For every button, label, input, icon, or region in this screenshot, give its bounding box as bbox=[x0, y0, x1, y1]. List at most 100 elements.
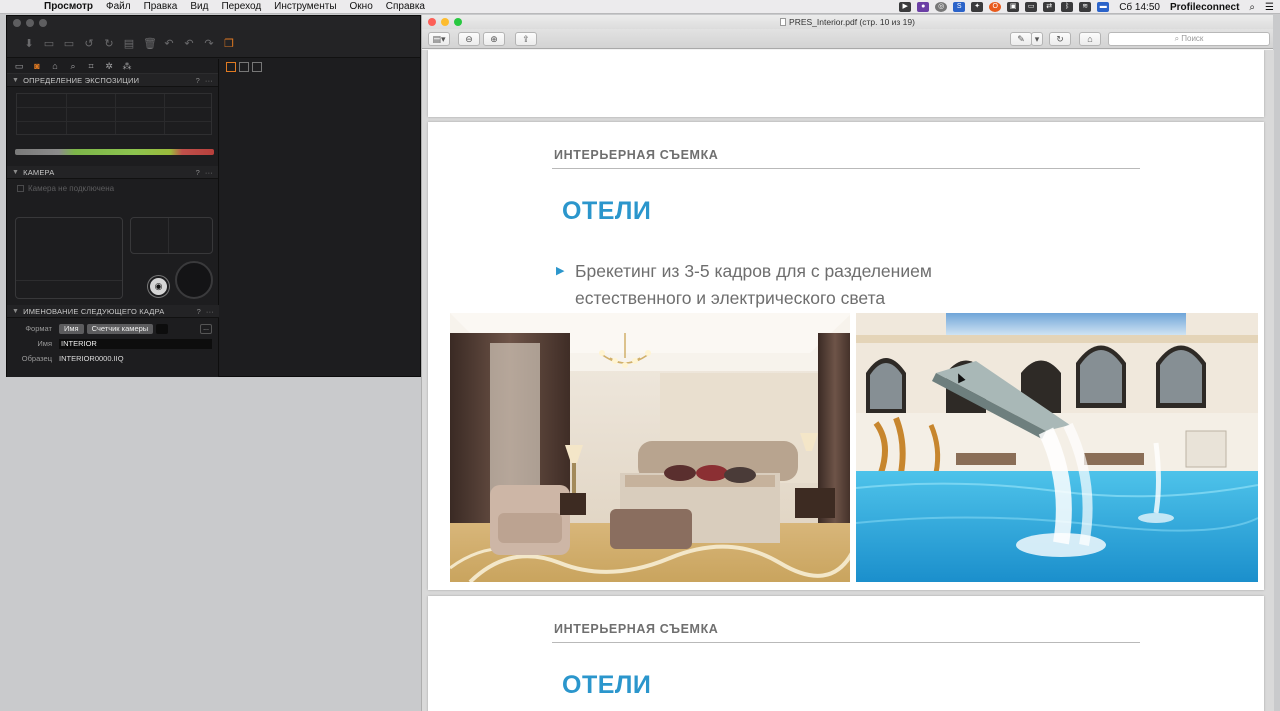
toolbox-button[interactable]: ⌂ bbox=[1079, 32, 1101, 46]
crop-tab-icon[interactable]: ⌗ bbox=[85, 61, 97, 72]
blue-app-tray-icon[interactable]: S bbox=[953, 2, 966, 12]
close-window-icon[interactable] bbox=[13, 19, 21, 27]
pdf-page-current: ИНТЕРЬЕРНАЯ СЪЕМКА ОТЕЛИ ▶ Брекетинг из … bbox=[428, 122, 1264, 590]
status-tray: ▶ ● ◎ S ✦ O ▣ ▭ ⇄ ᛒ ≋ ▬ Сб 14:50 Profile… bbox=[893, 0, 1274, 14]
display-tray-icon[interactable]: ▭ bbox=[1025, 2, 1038, 12]
exposure-meter bbox=[15, 149, 214, 155]
copy-icon[interactable]: ▤ bbox=[123, 38, 135, 50]
pdf-viewport[interactable]: ИНТЕРЬЕРНАЯ СЪЕМКА ОТЕЛИ ▶ Брекетинг из … bbox=[422, 50, 1274, 711]
chevron-down-icon: ▼ bbox=[12, 307, 20, 315]
more-icon[interactable]: ··· bbox=[205, 76, 213, 85]
format-row: Формат Имя Счетчик камеры ... bbox=[7, 321, 219, 336]
language-flag-icon[interactable]: ▬ bbox=[1097, 2, 1110, 12]
purple-app-tray-icon[interactable]: ● bbox=[917, 2, 930, 12]
naming-section-header[interactable]: ▼ ИМЕНОВАНИЕ СЛЕДУЮЩЕГО КАДРА ? ··· bbox=[7, 305, 219, 318]
menu-help[interactable]: Справка bbox=[386, 1, 425, 12]
minimize-window-icon[interactable] bbox=[26, 19, 34, 27]
menu-file[interactable]: Файл bbox=[106, 1, 131, 12]
zoom-out-button[interactable]: ⊖ bbox=[458, 32, 480, 46]
lens-tab-icon[interactable]: ⌂ bbox=[49, 61, 61, 72]
sample-row: Образец INTERIOR0000.IIQ bbox=[7, 351, 219, 366]
wifi-tray-icon[interactable]: ≋ bbox=[1079, 2, 1092, 12]
page-heading: ОТЕЛИ bbox=[562, 671, 652, 699]
variants-icon[interactable]: ❐ bbox=[223, 38, 235, 50]
gear-tray-icon[interactable]: ✦ bbox=[971, 2, 984, 12]
redo-icon[interactable]: ↷ bbox=[203, 38, 215, 50]
more-icon[interactable]: ··· bbox=[205, 168, 213, 177]
share-button[interactable]: ⇪ bbox=[515, 32, 537, 46]
exposure-section-header[interactable]: ▼ ОПРЕДЕЛЕНИЕ ЭКСПОЗИЦИИ ? ··· bbox=[7, 74, 218, 87]
menu-tools[interactable]: Инструменты bbox=[274, 1, 336, 12]
zoom-window-icon[interactable] bbox=[39, 19, 47, 27]
preview-window: PRES_Interior.pdf (стр. 10 из 19) ▤▾ ⊖ ⊕… bbox=[421, 15, 1274, 711]
search-placeholder: Поиск bbox=[1181, 34, 1204, 43]
sidebar-toggle-button[interactable]: ▤▾ bbox=[428, 32, 450, 46]
tool-panel: ▭ ◙ ⌂ ⌕ ⌗ ✲ ⁂ ▼ ОПРЕДЕЛЕНИЕ ЭКСПОЗИЦИИ ?… bbox=[7, 59, 219, 377]
rotate-left-icon[interactable]: ↺ bbox=[83, 38, 95, 50]
format-options-button[interactable]: ... bbox=[200, 323, 212, 334]
menu-go[interactable]: Переход bbox=[221, 1, 261, 12]
rotate-button[interactable]: ↻ bbox=[1049, 32, 1071, 46]
format-token-empty[interactable] bbox=[156, 323, 169, 334]
rotate-right-icon[interactable]: ↻ bbox=[103, 38, 115, 50]
markup-pen-button[interactable]: ✎ bbox=[1010, 32, 1032, 46]
reset-icon[interactable]: ↶ bbox=[163, 38, 175, 50]
undo-icon[interactable]: ↶ bbox=[183, 38, 195, 50]
capture-shutter-button[interactable] bbox=[175, 261, 213, 299]
menubar-user[interactable]: Profileconnect bbox=[1170, 2, 1239, 13]
bullet-line-2: естественного и электрического света bbox=[575, 288, 886, 308]
pdf-page-prev bbox=[428, 50, 1264, 117]
opera-tray-icon[interactable]: O bbox=[989, 2, 1002, 12]
capture-icon[interactable]: ▭ bbox=[43, 38, 55, 50]
fullscreen-view-icon[interactable] bbox=[252, 62, 262, 72]
sample-label: Образец bbox=[21, 354, 52, 363]
capture-tab-icon[interactable]: ◙ bbox=[31, 61, 43, 72]
menu-view[interactable]: Вид bbox=[190, 1, 208, 12]
chevron-down-icon: ▼ bbox=[12, 168, 20, 176]
capture-one-tray-icon[interactable]: ▶ bbox=[899, 2, 912, 12]
chevron-down-icon: ▼ bbox=[12, 76, 20, 84]
preview-titlebar: PRES_Interior.pdf (стр. 10 из 19) bbox=[422, 15, 1273, 29]
camera-settings-box bbox=[15, 217, 123, 299]
menu-app-preview[interactable]: Просмотр bbox=[44, 1, 93, 12]
zoom-in-button[interactable]: ⊕ bbox=[483, 32, 505, 46]
trash-icon[interactable]: 🗑 bbox=[143, 38, 157, 50]
camera-exposure-box bbox=[130, 217, 213, 254]
exposure-histogram bbox=[16, 93, 212, 135]
naming-section-title: ИМЕНОВАНИЕ СЛЕДУЮЩЕГО КАДРА bbox=[23, 306, 165, 316]
name-row: Имя INTERIOR bbox=[7, 336, 219, 351]
bluetooth-tray-icon[interactable]: ᛒ bbox=[1061, 2, 1074, 12]
hotel-pool-photo bbox=[856, 313, 1258, 582]
spotlight-search-icon[interactable]: ⌕ bbox=[1249, 2, 1255, 13]
settings-tab-icon[interactable]: ✲ bbox=[103, 61, 115, 72]
name-input[interactable]: INTERIOR bbox=[59, 338, 212, 349]
menu-window[interactable]: Окно bbox=[350, 1, 373, 12]
live-view-icon[interactable]: ◉ bbox=[148, 276, 169, 297]
help-icon[interactable]: ? bbox=[196, 168, 200, 177]
capture-one-toolbar: ⬇ ▭ ▭ ↺ ↻ ▤ 🗑 ↶ ↶ ↷ ❐ bbox=[7, 30, 420, 58]
lock-tray-icon[interactable]: ▣ bbox=[1007, 2, 1020, 12]
single-view-icon[interactable] bbox=[239, 62, 249, 72]
grid-view-icon[interactable] bbox=[226, 62, 236, 72]
notification-center-icon[interactable]: ☰ bbox=[1265, 2, 1274, 13]
markup-dropdown-button[interactable]: ▾ bbox=[1031, 32, 1043, 46]
focus-tab-icon[interactable]: ⌕ bbox=[67, 61, 79, 72]
sync-tray-icon[interactable]: ⇄ bbox=[1043, 2, 1056, 12]
menubar-clock[interactable]: Сб 14:50 bbox=[1119, 2, 1160, 13]
dropbox-tray-icon[interactable]: ◎ bbox=[935, 2, 948, 12]
format-label: Формат bbox=[25, 324, 52, 333]
more-icon[interactable]: ··· bbox=[206, 307, 214, 316]
menu-edit[interactable]: Правка bbox=[144, 1, 178, 12]
format-token-counter[interactable]: Счетчик камеры bbox=[86, 323, 154, 334]
format-token-name[interactable]: Имя bbox=[59, 323, 84, 334]
library-tab-icon[interactable]: ▭ bbox=[13, 61, 25, 72]
process-icon[interactable]: ▭ bbox=[63, 38, 75, 50]
camera-section-header[interactable]: ▼ КАМЕРА ? ··· bbox=[7, 166, 218, 179]
search-input[interactable]: ⌕ Поиск bbox=[1108, 32, 1270, 46]
adjustments-tab-icon[interactable]: ⁂ bbox=[121, 61, 133, 72]
import-icon[interactable]: ⬇ bbox=[23, 38, 35, 50]
camera-status-checkbox[interactable] bbox=[17, 184, 24, 192]
help-icon[interactable]: ? bbox=[196, 76, 200, 85]
hotel-bedroom-photo bbox=[450, 313, 852, 582]
help-icon[interactable]: ? bbox=[197, 307, 201, 316]
